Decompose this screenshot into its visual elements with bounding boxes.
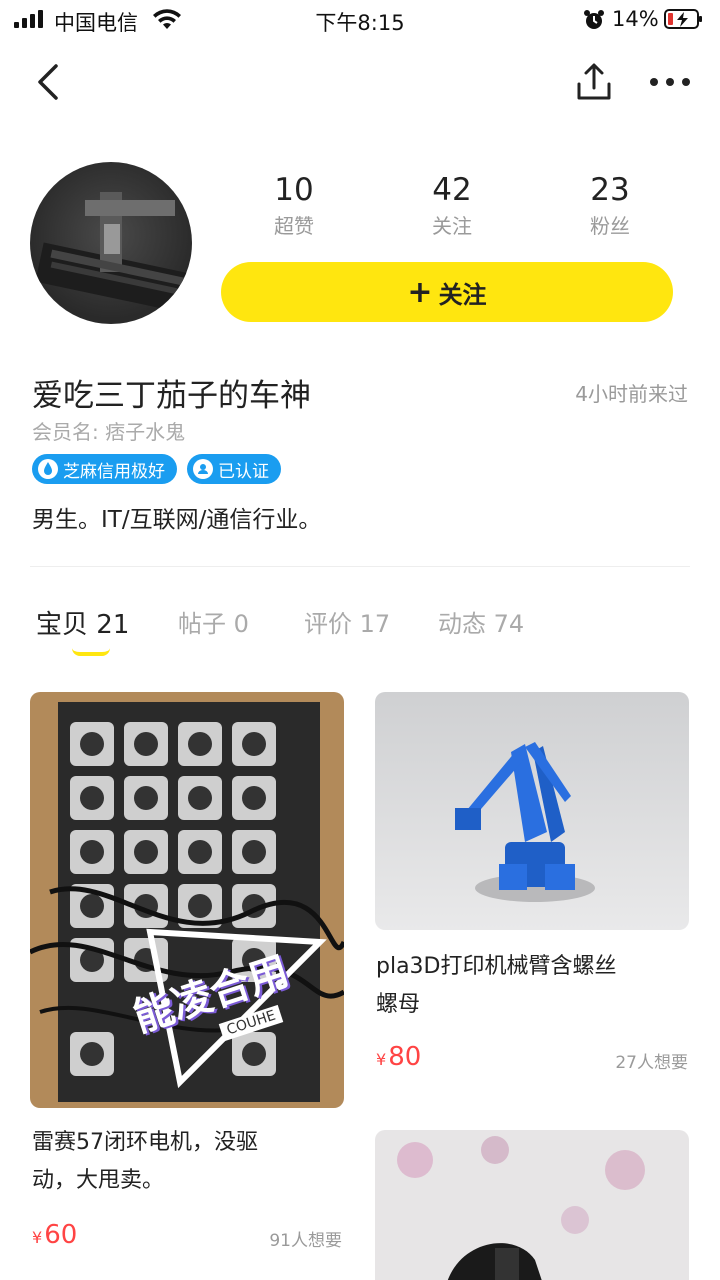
profile-stats: 10 超赞 42 关注 23 粉丝 (222, 170, 690, 250)
tab-items-count: 21 (96, 610, 130, 640)
battery-percent: 14% (612, 7, 659, 31)
credit-badge-label: 芝麻信用极好 (63, 461, 165, 482)
more-options-icon[interactable] (648, 64, 692, 100)
top-nav (0, 50, 720, 114)
currency-symbol: ¥ (32, 1228, 43, 1247)
tab-reviews-count: 17 (359, 610, 391, 638)
item-wants-motors: 91人想要 (269, 1231, 342, 1251)
item-title-line: pla3D打印机械臂含螺丝 (376, 954, 617, 979)
follow-button[interactable]: + 关注 (221, 262, 673, 322)
item-title-robot-arm[interactable]: pla3D打印机械臂含螺丝 螺母 (376, 948, 617, 1024)
verified-badge[interactable]: 已认证 (187, 454, 281, 484)
stat-likes-label: 超赞 (274, 214, 314, 238)
third-item-image (397, 1136, 645, 1280)
tab-activity[interactable]: 动态 74 (438, 604, 524, 639)
member-name: 会员名: 痞子水鬼 (32, 420, 186, 444)
verified-icon (193, 459, 213, 479)
item-price-motors: ¥60 (32, 1220, 77, 1250)
tab-reviews-label: 评价 (304, 610, 352, 638)
tab-reviews[interactable]: 评价 17 (304, 604, 390, 639)
robot-arm-image (455, 742, 595, 902)
last-seen: 4小时前来过 (575, 382, 688, 406)
plus-icon: + (407, 274, 433, 310)
stat-following-count: 42 (432, 172, 472, 208)
tab-activity-count: 74 (493, 610, 525, 638)
tab-posts[interactable]: 帖子 0 (178, 604, 249, 639)
price-value: 60 (44, 1220, 78, 1250)
price-value: 80 (388, 1042, 422, 1072)
share-icon[interactable] (574, 60, 614, 104)
tab-items-label: 宝贝 (36, 610, 89, 640)
badges: 芝麻信用极好 已认证 (32, 454, 281, 484)
user-nickname: 爱吃三丁茄子的车神 (32, 378, 311, 414)
item-wants-robot-arm: 27人想要 (615, 1053, 688, 1073)
divider (30, 566, 690, 567)
credit-badge[interactable]: 芝麻信用极好 (32, 454, 177, 484)
item-title-line: 螺母 (376, 992, 421, 1017)
cnc-machine-avatar-image (35, 192, 191, 313)
verified-badge-label: 已认证 (218, 461, 269, 482)
stat-following-label: 关注 (432, 214, 472, 238)
item-price-robot-arm: ¥80 (376, 1042, 421, 1072)
user-bio: 男生。IT/互联网/通信行业。 (32, 507, 322, 533)
stat-followers[interactable]: 23 粉丝 (540, 170, 680, 242)
item-image-motors[interactable]: 能凌合用 COUHE (30, 692, 344, 1108)
item-title-motors[interactable]: 雷赛57闭环电机，没驱 动，大甩卖。 (32, 1124, 258, 1200)
follow-button-label: 关注 (438, 280, 487, 309)
item-title-line: 雷赛57闭环电机，没驱 (32, 1130, 258, 1155)
item-title-line: 动，大甩卖。 (32, 1168, 165, 1193)
currency-symbol: ¥ (376, 1050, 387, 1069)
stat-followers-label: 粉丝 (590, 214, 630, 238)
stat-following[interactable]: 42 关注 (382, 170, 522, 242)
tab-indicator (72, 648, 110, 656)
tab-items[interactable]: 宝贝 21 (36, 604, 129, 641)
avatar[interactable] (30, 162, 192, 324)
status-bar: 中国电信 下午8:15 14% (0, 0, 720, 40)
tab-posts-label: 帖子 (178, 610, 226, 638)
item-image-robot-arm[interactable] (375, 692, 689, 930)
tab-posts-count: 0 (233, 610, 249, 638)
back-arrow-icon[interactable] (34, 60, 64, 104)
battery-icon (664, 9, 702, 29)
cables-overlay (30, 886, 344, 1089)
alarm-icon (584, 10, 604, 29)
item-image-third[interactable] (375, 1130, 689, 1280)
stat-likes-count: 10 (274, 172, 314, 208)
stat-followers-count: 23 (590, 172, 630, 208)
water-drop-icon (38, 459, 58, 479)
stat-likes[interactable]: 10 超赞 (224, 170, 364, 242)
tab-activity-label: 动态 (438, 610, 486, 638)
